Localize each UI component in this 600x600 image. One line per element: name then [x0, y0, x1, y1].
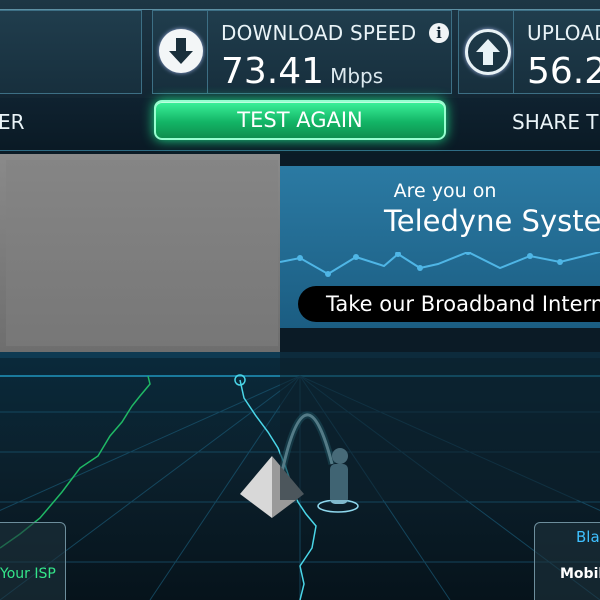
left-action-link[interactable]: ER	[0, 110, 25, 134]
download-unit: Mbps	[330, 64, 384, 88]
download-panel: DOWNLOAD SPEED i 73.41 Mbps	[152, 10, 452, 94]
server-card-bottom-text: Mobile	[560, 566, 600, 582]
map-grid-graphic	[0, 352, 600, 600]
download-value: 73.41 Mbps	[221, 51, 383, 92]
ad-cta-button[interactable]: Take our Broadband Interne	[298, 286, 600, 322]
ad-company: Teledyne System	[384, 204, 600, 238]
speedtest-page: DOWNLOAD SPEED i 73.41Mbps UPLOAD 56.2 E…	[0, 0, 600, 600]
map-scene	[0, 352, 600, 600]
action-bar: ER TEST AGAIN SHARE TH	[0, 98, 600, 151]
ad-question: Are you on	[393, 180, 497, 202]
gray-panel-inner	[6, 160, 278, 346]
upload-value: 56.2	[527, 51, 600, 92]
metrics-bar: DOWNLOAD SPEED i 73.41Mbps UPLOAD 56.2	[0, 0, 600, 99]
test-again-button[interactable]: TEST AGAIN	[154, 100, 446, 140]
download-label: DOWNLOAD SPEED	[221, 21, 417, 45]
download-number: 73.41	[221, 51, 325, 92]
upload-number: 56.2	[527, 51, 600, 92]
download-arrow-icon	[159, 29, 203, 73]
upload-label: UPLOAD	[527, 21, 600, 45]
upload-arrow-icon	[465, 29, 511, 75]
isp-card[interactable]	[0, 522, 66, 600]
download-icon-box	[153, 11, 208, 93]
upload-icon-box	[459, 11, 514, 93]
gray-panel	[0, 154, 280, 352]
ping-panel	[0, 10, 142, 94]
isp-label: Your ISP	[0, 566, 56, 582]
server-card-top-text: Bla	[576, 528, 600, 546]
upload-panel: UPLOAD 56.2	[458, 10, 600, 94]
info-icon[interactable]: i	[429, 23, 449, 43]
share-link[interactable]: SHARE TH	[512, 110, 600, 134]
ad-banner[interactable]: Are you on Teledyne System Take our Broa…	[280, 166, 600, 328]
